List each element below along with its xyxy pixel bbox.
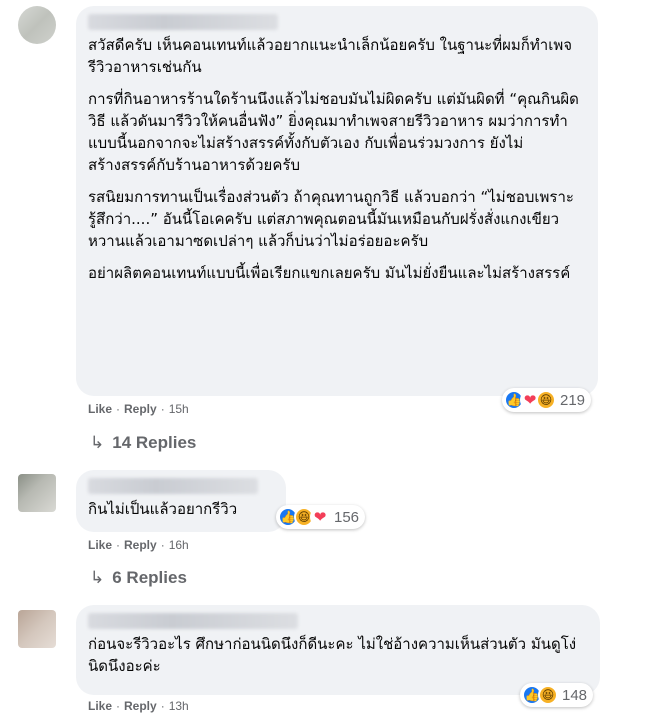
reaction-count: 148 [562, 686, 588, 704]
timestamp[interactable]: 15h [169, 402, 189, 416]
reaction-count: 219 [560, 391, 586, 409]
view-replies-link[interactable]: ↳ 6 Replies [90, 568, 187, 588]
haha-reaction-icon: 😆 [538, 685, 558, 705]
separator: · [160, 538, 165, 552]
comment-text: การที่กินอาหารร้านใดร้านนึงแล้วไม่ชอบมัน… [88, 90, 579, 174]
love-reaction-icon: ❤ [310, 507, 330, 527]
separator: · [116, 538, 121, 552]
reply-link[interactable]: Reply [124, 402, 157, 416]
separator: · [160, 699, 165, 713]
reaction-count: 156 [334, 508, 360, 526]
reply-arrow-icon: ↳ [90, 433, 105, 452]
timestamp[interactable]: 16h [169, 538, 189, 552]
comment-bubble: ก่อนจะรีวิวอะไร ศึกษาก่อนนิดนึงก็ดีนะคะ … [76, 605, 600, 695]
reply-link[interactable]: Reply [124, 538, 157, 552]
commenter-name-blurred[interactable] [88, 478, 258, 494]
view-replies-link[interactable]: ↳ 14 Replies [90, 433, 196, 453]
reply-link[interactable]: Reply [124, 699, 157, 713]
reactions-summary[interactable]: 👍 ❤ 😆 219 [502, 388, 592, 412]
comment-actions: Like · Reply · 13h [88, 699, 189, 713]
replies-count: 6 Replies [112, 568, 187, 587]
comment-text: ก่อนจะรีวิวอะไร ศึกษาก่อนนิดนึงก็ดีนะคะ … [88, 635, 577, 675]
separator: · [116, 402, 121, 416]
like-link[interactable]: Like [88, 538, 112, 552]
commenter-name-blurred[interactable] [88, 613, 298, 629]
comment-actions: Like · Reply · 15h [88, 402, 189, 416]
comment-actions: Like · Reply · 16h [88, 538, 189, 552]
like-link[interactable]: Like [88, 699, 112, 713]
comment-bubble: สวัสดีครับ เห็นคอนเทนท์แล้วอยากแนะนำเล็ก… [76, 6, 598, 396]
haha-reaction-icon: 😆 [536, 390, 556, 410]
commenter-avatar[interactable] [18, 474, 56, 512]
commenter-name-blurred[interactable] [88, 14, 278, 30]
comment-text: รสนิยมการทานเป็นเรื่องส่วนตัว ถ้าคุณทานถ… [88, 188, 574, 250]
reactions-summary[interactable]: 👍 😆 ❤ 156 [276, 505, 366, 529]
separator: · [116, 699, 121, 713]
comment-text: อย่าผลิตคอนเทนท์แบบนี้เพื่อเรียกแขกเลยคร… [88, 264, 571, 282]
comment-bubble: กินไม่เป็นแล้วอยากรีวิว [76, 470, 286, 532]
comment-text: สวัสดีครับ เห็นคอนเทนท์แล้วอยากแนะนำเล็ก… [88, 36, 572, 76]
comment-text: กินไม่เป็นแล้วอยากรีวิว [88, 500, 238, 518]
replies-count: 14 Replies [112, 433, 197, 452]
separator: · [160, 402, 165, 416]
like-link[interactable]: Like [88, 402, 112, 416]
reactions-summary[interactable]: 👍 😆 148 [520, 683, 594, 707]
commenter-avatar[interactable] [18, 610, 56, 648]
reply-arrow-icon: ↳ [90, 568, 105, 587]
timestamp[interactable]: 13h [169, 699, 189, 713]
commenter-avatar[interactable] [18, 6, 56, 44]
